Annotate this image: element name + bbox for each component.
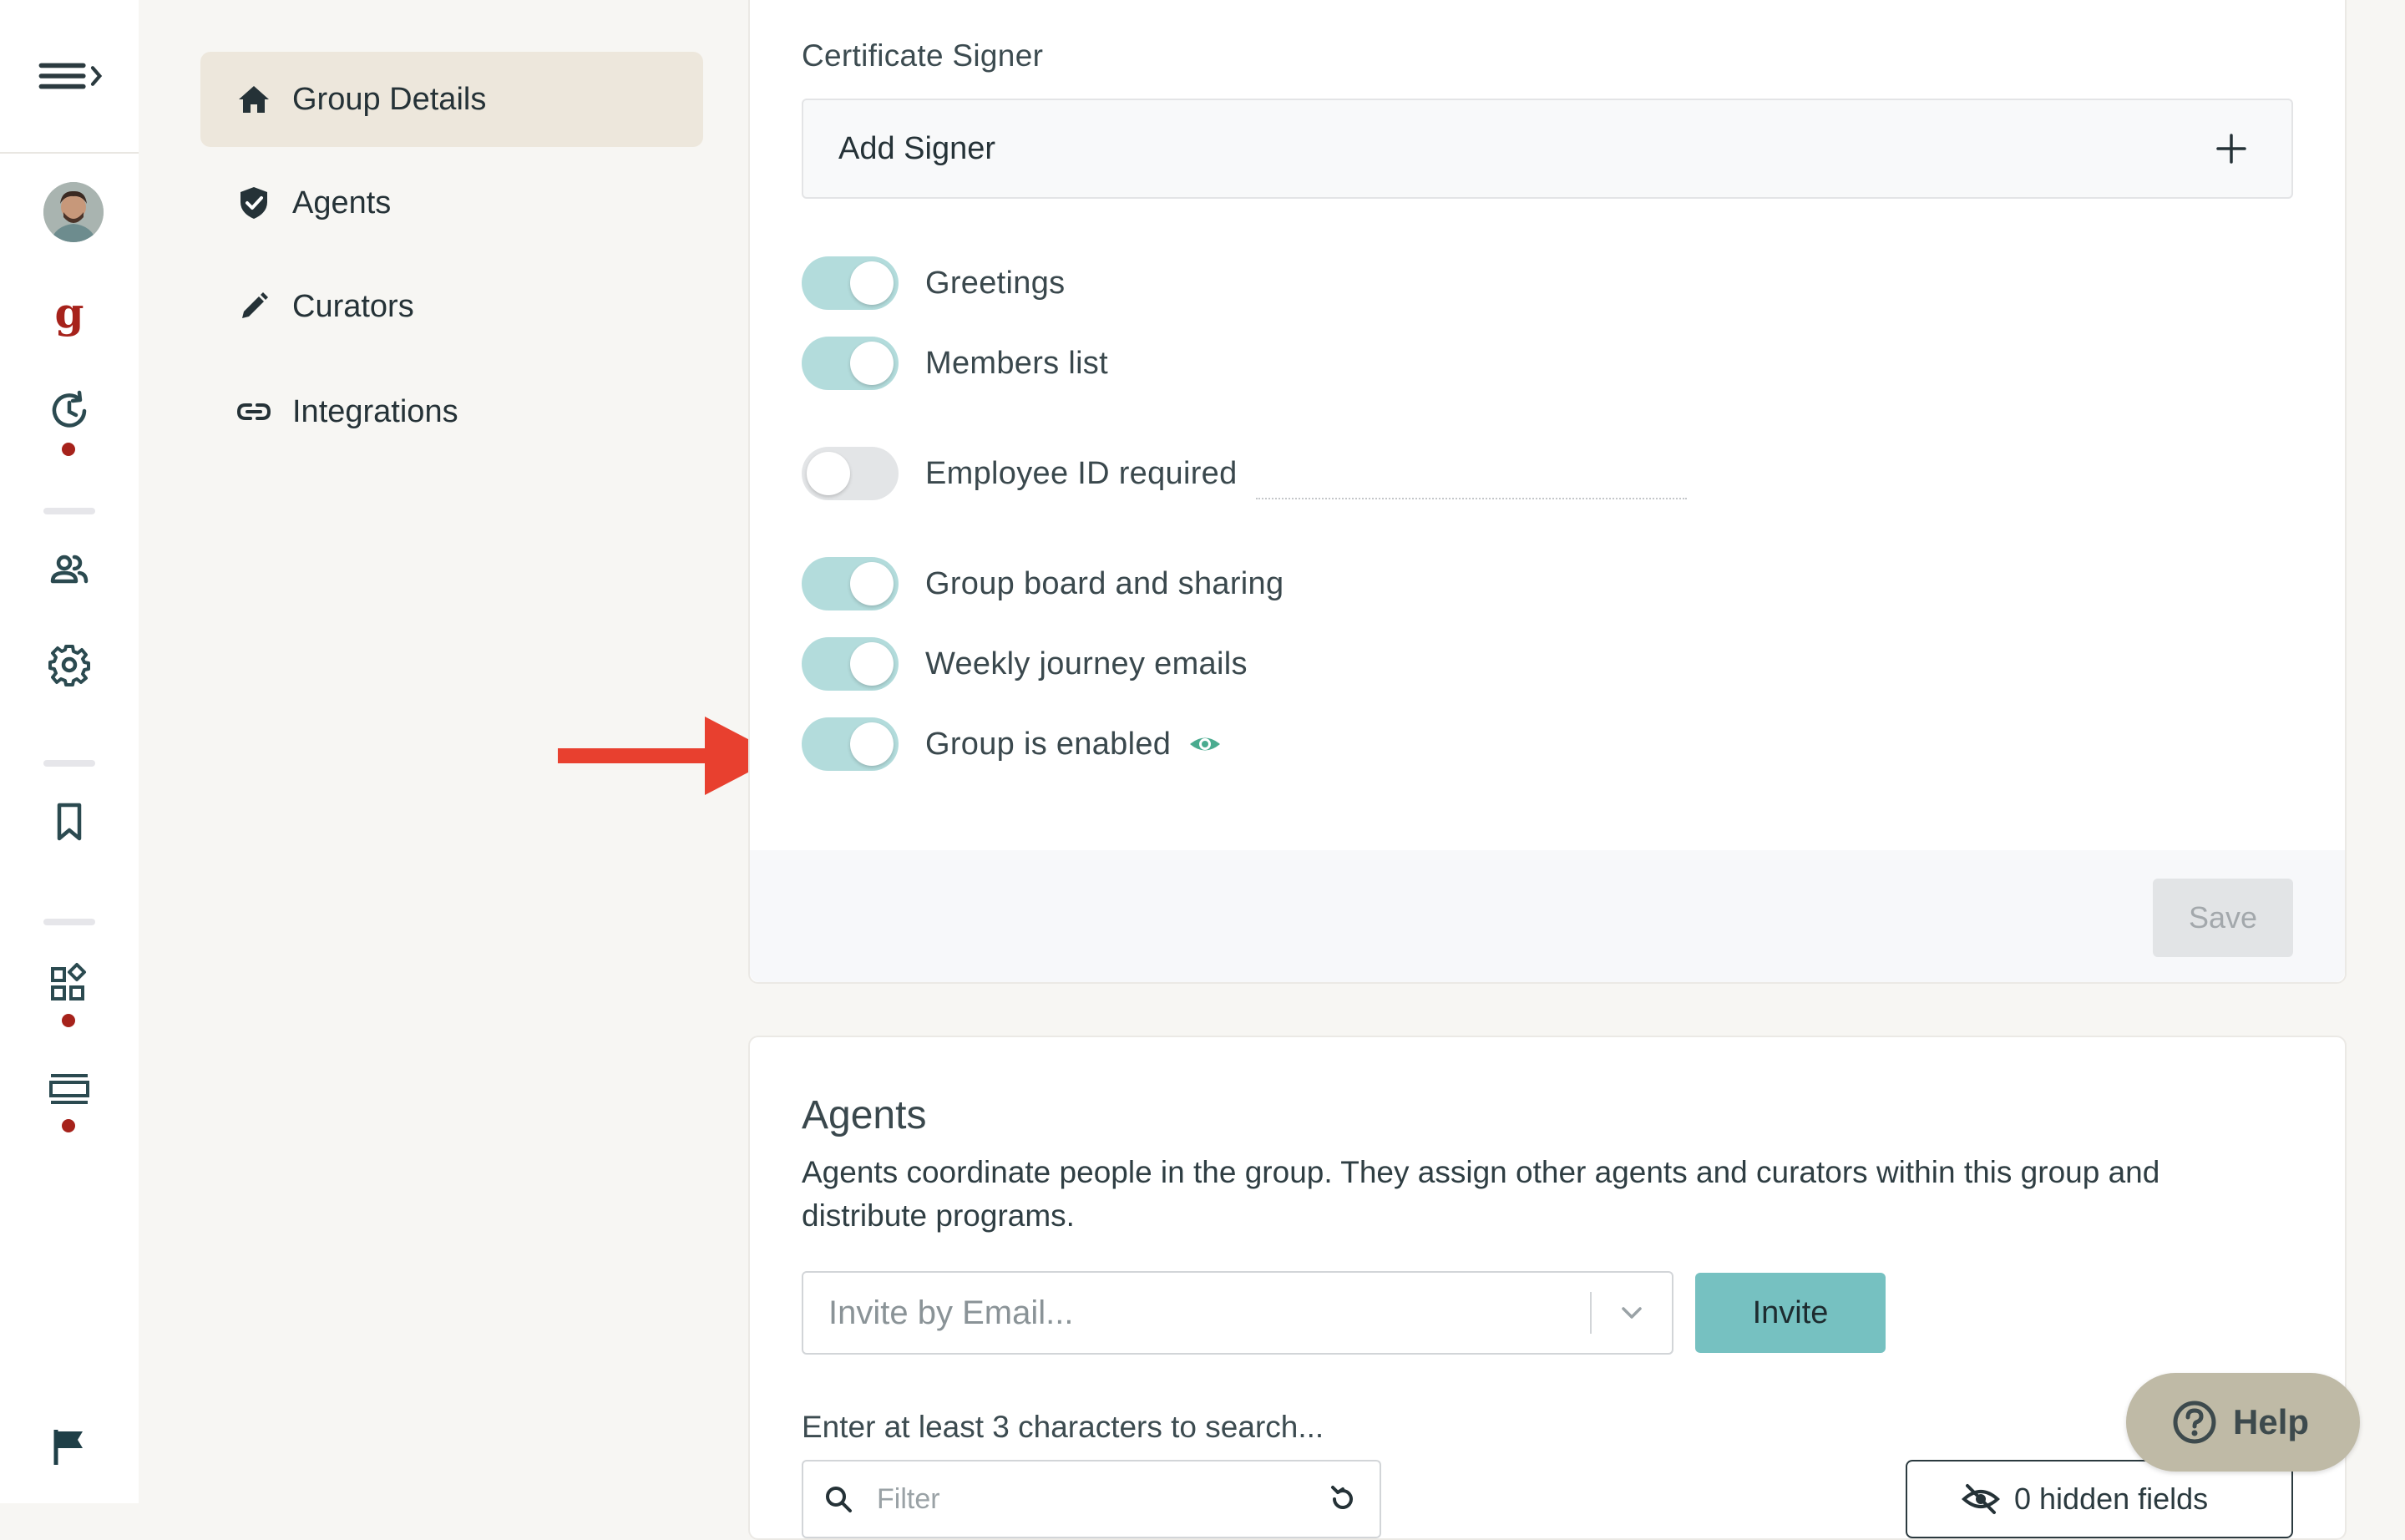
subnav-item-label: Agents [292, 185, 392, 220]
toggle-row-greetings: Greetings [802, 254, 1065, 312]
field-divider [1590, 1292, 1592, 1334]
card-footer: Save [750, 850, 2345, 982]
notification-dot [62, 443, 75, 456]
toggle-label: Members list [925, 345, 1108, 381]
rail-divider [43, 760, 95, 767]
subnav-item-label: Integrations [292, 393, 458, 429]
subnav-item-agents[interactable]: Agents [200, 155, 703, 251]
certificate-signer-label: Certificate Signer [802, 38, 1044, 73]
notification-dot [62, 1014, 75, 1027]
toggle-label: Weekly journey emails [925, 646, 1248, 681]
avatar[interactable] [43, 182, 104, 242]
eye-off-icon [1962, 1484, 2000, 1514]
invite-email-field[interactable] [802, 1271, 1673, 1355]
agents-title: Agents [802, 1093, 927, 1137]
logo-g-icon[interactable]: g [39, 284, 99, 344]
filter-field[interactable] [802, 1460, 1381, 1538]
greetings-toggle[interactable] [802, 256, 899, 310]
settings-gear-icon[interactable] [39, 635, 99, 695]
reset-icon[interactable] [1326, 1482, 1359, 1516]
toggle-row-members-list: Members list [802, 334, 1108, 393]
invite-email-input[interactable] [827, 1293, 1590, 1333]
subnav-item-label: Group Details [292, 81, 487, 117]
help-label: Help [2233, 1402, 2310, 1441]
toggle-label: Greetings [925, 265, 1066, 301]
flag-icon[interactable] [39, 1416, 99, 1477]
shield-check-icon [234, 183, 274, 223]
people-icon[interactable] [39, 540, 99, 600]
bookmark-icon[interactable] [39, 792, 99, 852]
subnav-item-group-details[interactable]: Group Details [200, 52, 703, 147]
rail-divider [43, 508, 95, 514]
hidden-fields-button[interactable]: 0 hidden fields [1906, 1460, 2293, 1538]
toggle-row-employee-id: Employee ID required [802, 444, 1238, 503]
toggle-row-weekly-emails: Weekly journey emails [802, 635, 1248, 693]
home-icon [234, 79, 274, 119]
group-board-toggle[interactable] [802, 557, 899, 610]
toggle-label: Group board and sharing [925, 565, 1284, 601]
search-icon [826, 1487, 852, 1512]
list-icon[interactable] [39, 1061, 99, 1121]
group-settings-card: Certificate Signer Add Signer Greetings … [748, 0, 2347, 984]
invite-button[interactable]: Invite [1695, 1273, 1886, 1353]
rail-header [0, 0, 139, 154]
plus-icon [2206, 124, 2256, 174]
chevron-down-icon[interactable] [1615, 1296, 1648, 1330]
toggle-row-group-enabled: Group is enabled [802, 715, 1223, 773]
rail-divider [43, 919, 95, 925]
pencil-icon [234, 286, 274, 327]
notification-dot [62, 1119, 75, 1132]
link-icon [234, 392, 274, 432]
search-hint: Enter at least 3 characters to search... [802, 1410, 1324, 1444]
eye-icon[interactable] [1187, 727, 1223, 762]
toggle-label: Employee ID required [925, 455, 1238, 491]
menu-expand-icon[interactable] [33, 46, 105, 106]
toggle-label: Group is enabled [925, 726, 1172, 762]
subnav-item-label: Curators [292, 288, 414, 324]
employee-id-toggle[interactable] [802, 447, 899, 500]
subnav-item-integrations[interactable]: Integrations [200, 364, 703, 459]
left-rail: g [0, 0, 140, 1503]
subnav-item-curators[interactable]: Curators [200, 259, 703, 354]
add-signer-button[interactable]: Add Signer [802, 99, 2293, 199]
agents-description: Agents coordinate people in the group. T… [802, 1155, 2160, 1233]
help-button[interactable]: Help [2126, 1373, 2360, 1472]
svg-text:g: g [55, 291, 84, 337]
add-signer-label: Add Signer [838, 130, 996, 166]
toggle-row-group-board: Group board and sharing [802, 555, 1284, 613]
agents-card: Agents Agents coordinate people in the g… [748, 1036, 2347, 1540]
help-question-icon [2173, 1401, 2216, 1444]
members-list-toggle[interactable] [802, 337, 899, 390]
hidden-fields-label: 0 hidden fields [2014, 1482, 2209, 1516]
annotation-arrow [558, 717, 780, 795]
employee-id-field[interactable] [1256, 498, 1687, 499]
history-icon[interactable] [39, 381, 99, 441]
save-button[interactable]: Save [2153, 879, 2293, 957]
group-enabled-toggle[interactable] [802, 717, 899, 771]
weekly-emails-toggle[interactable] [802, 637, 899, 691]
filter-input[interactable] [875, 1482, 1326, 1517]
apps-icon[interactable] [39, 954, 99, 1014]
